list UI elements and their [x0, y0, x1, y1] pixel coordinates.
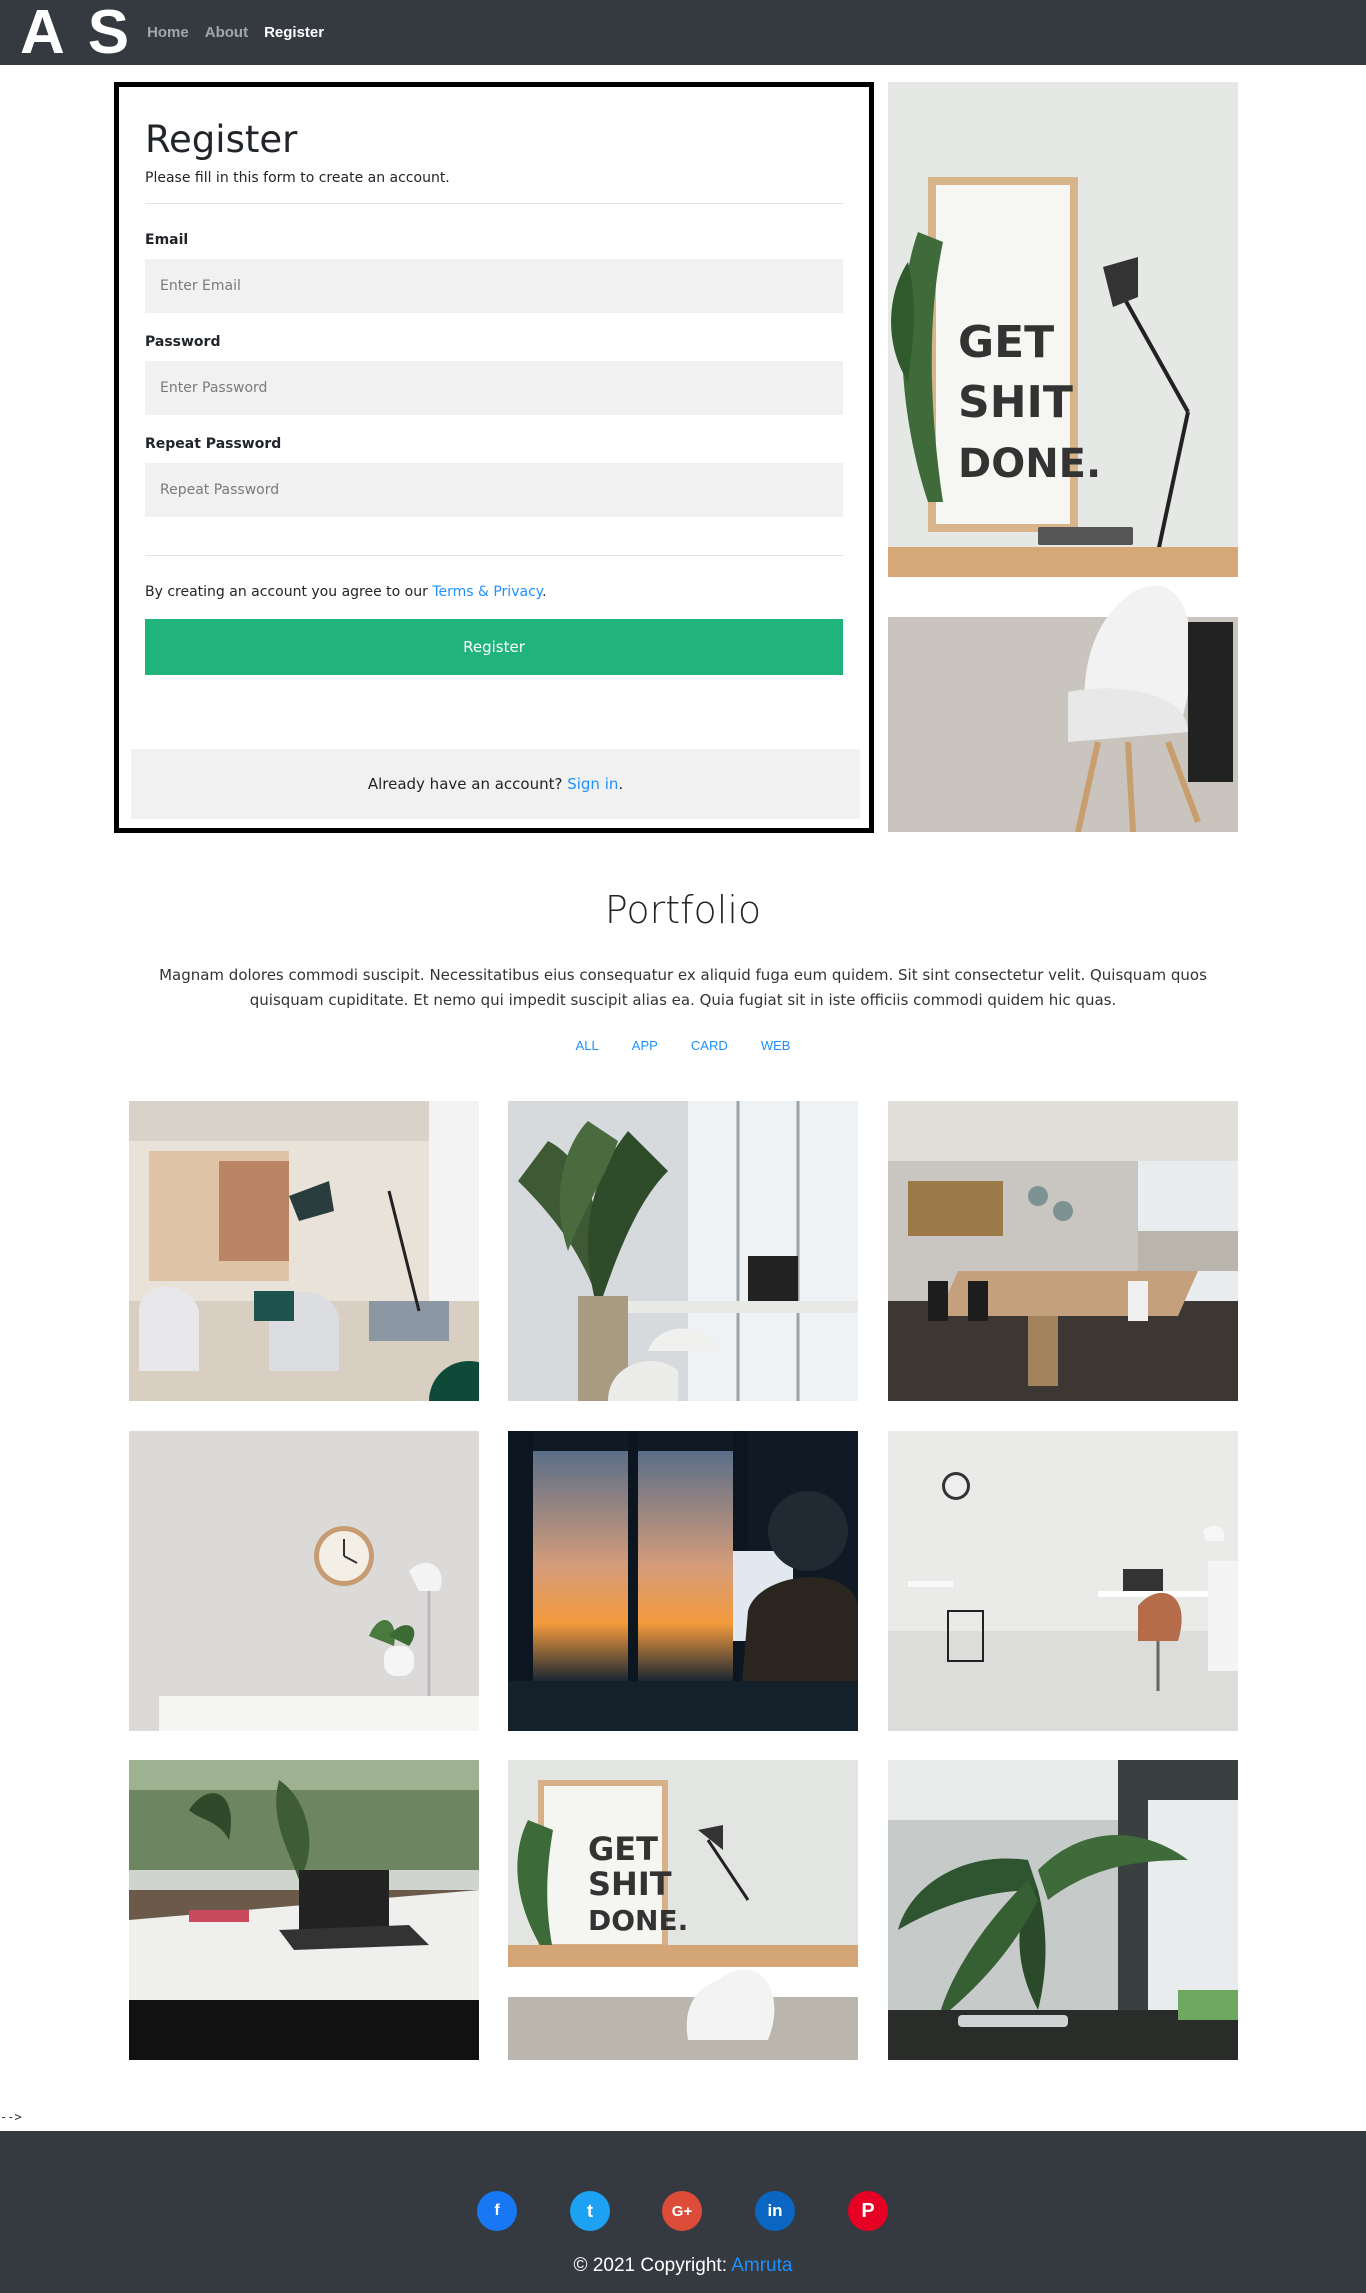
pinterest-icon[interactable]: P	[848, 2191, 888, 2231]
poster-line: DONE.	[958, 441, 1101, 487]
portfolio-description: Magnam dolores commodi suscipit. Necessi…	[159, 966, 1207, 1009]
email-label: Email	[145, 232, 189, 248]
portfolio-item-laptop-desk[interactable]	[129, 1760, 479, 2060]
poster-line: GET	[588, 1830, 658, 1868]
register-title: Register	[145, 118, 298, 161]
navbar: A S Home About Register	[0, 0, 1366, 65]
copyright-prefix: © 2021 Copyright:	[573, 2255, 732, 2276]
poster-line: SHIT	[958, 377, 1073, 428]
portfolio-item-poster-desk[interactable]: GET SHIT DONE.	[508, 1760, 858, 2060]
repeat-password-label: Repeat Password	[145, 436, 282, 452]
filter-web[interactable]: WEB	[761, 1038, 791, 1053]
portfolio-item-palm-plant[interactable]	[888, 1760, 1238, 2060]
signin-prefix: Already have an account?	[367, 775, 568, 793]
email-field[interactable]	[145, 259, 843, 313]
google-plus-icon[interactable]: G+	[662, 2191, 702, 2231]
divider	[145, 555, 843, 556]
nav-link-register[interactable]: Register	[264, 24, 324, 41]
poster-line: SHIT	[588, 1865, 672, 1903]
register-subtitle: Please fill in this form to create an ac…	[145, 170, 450, 186]
portfolio-item-lounge[interactable]	[129, 1101, 479, 1401]
portfolio-title: Portfolio	[604, 888, 762, 932]
portfolio-filters: ALL APP CARD WEB	[0, 1035, 1366, 1054]
password-field[interactable]	[145, 361, 843, 415]
signin-bar: Already have an account? Sign in.	[131, 749, 860, 819]
portfolio-item-sunset-worker[interactable]	[508, 1431, 858, 1731]
hero-image: GET SHIT DONE.	[888, 82, 1238, 832]
repeat-password-field[interactable]	[145, 463, 843, 517]
filter-app[interactable]: APP	[632, 1038, 658, 1053]
divider	[145, 203, 843, 204]
password-label: Password	[145, 334, 221, 350]
poster-line: DONE.	[588, 1904, 688, 1937]
html-comment-artifact: -->	[0, 2110, 22, 2124]
linkedin-icon[interactable]: in	[755, 2191, 795, 2231]
facebook-icon[interactable]: f	[477, 2191, 517, 2231]
brand-logo[interactable]: A S	[20, 0, 133, 65]
nav-link-about[interactable]: About	[205, 24, 248, 41]
portfolio-item-plant-office[interactable]	[508, 1101, 858, 1401]
twitter-icon[interactable]: t	[570, 2191, 610, 2231]
copyright-author-link[interactable]: Amruta	[731, 2255, 792, 2276]
terms-text: By creating an account you agree to our …	[145, 584, 843, 600]
signin-link[interactable]: Sign in	[567, 775, 618, 793]
terms-prefix: By creating an account you agree to our	[145, 584, 433, 600]
footer: f t G+ in P © 2021 Copyright: Amruta	[0, 2131, 1366, 2293]
copyright: © 2021 Copyright: Amruta	[0, 2255, 1366, 2277]
filter-card[interactable]: CARD	[691, 1038, 728, 1053]
terms-link[interactable]: Terms & Privacy	[432, 584, 542, 600]
portfolio-item-bright-office[interactable]	[888, 1431, 1238, 1731]
portfolio-item-clock-desk[interactable]	[129, 1431, 479, 1731]
signin-suffix: .	[618, 775, 624, 793]
nav-link-home[interactable]: Home	[147, 24, 189, 41]
register-form: Register Please fill in this form to cre…	[114, 82, 874, 833]
poster-line: GET	[958, 317, 1054, 368]
terms-suffix: .	[542, 584, 547, 600]
register-button[interactable]: Register	[145, 619, 843, 675]
portfolio-item-meeting-room[interactable]	[888, 1101, 1238, 1401]
filter-all[interactable]: ALL	[576, 1038, 599, 1053]
